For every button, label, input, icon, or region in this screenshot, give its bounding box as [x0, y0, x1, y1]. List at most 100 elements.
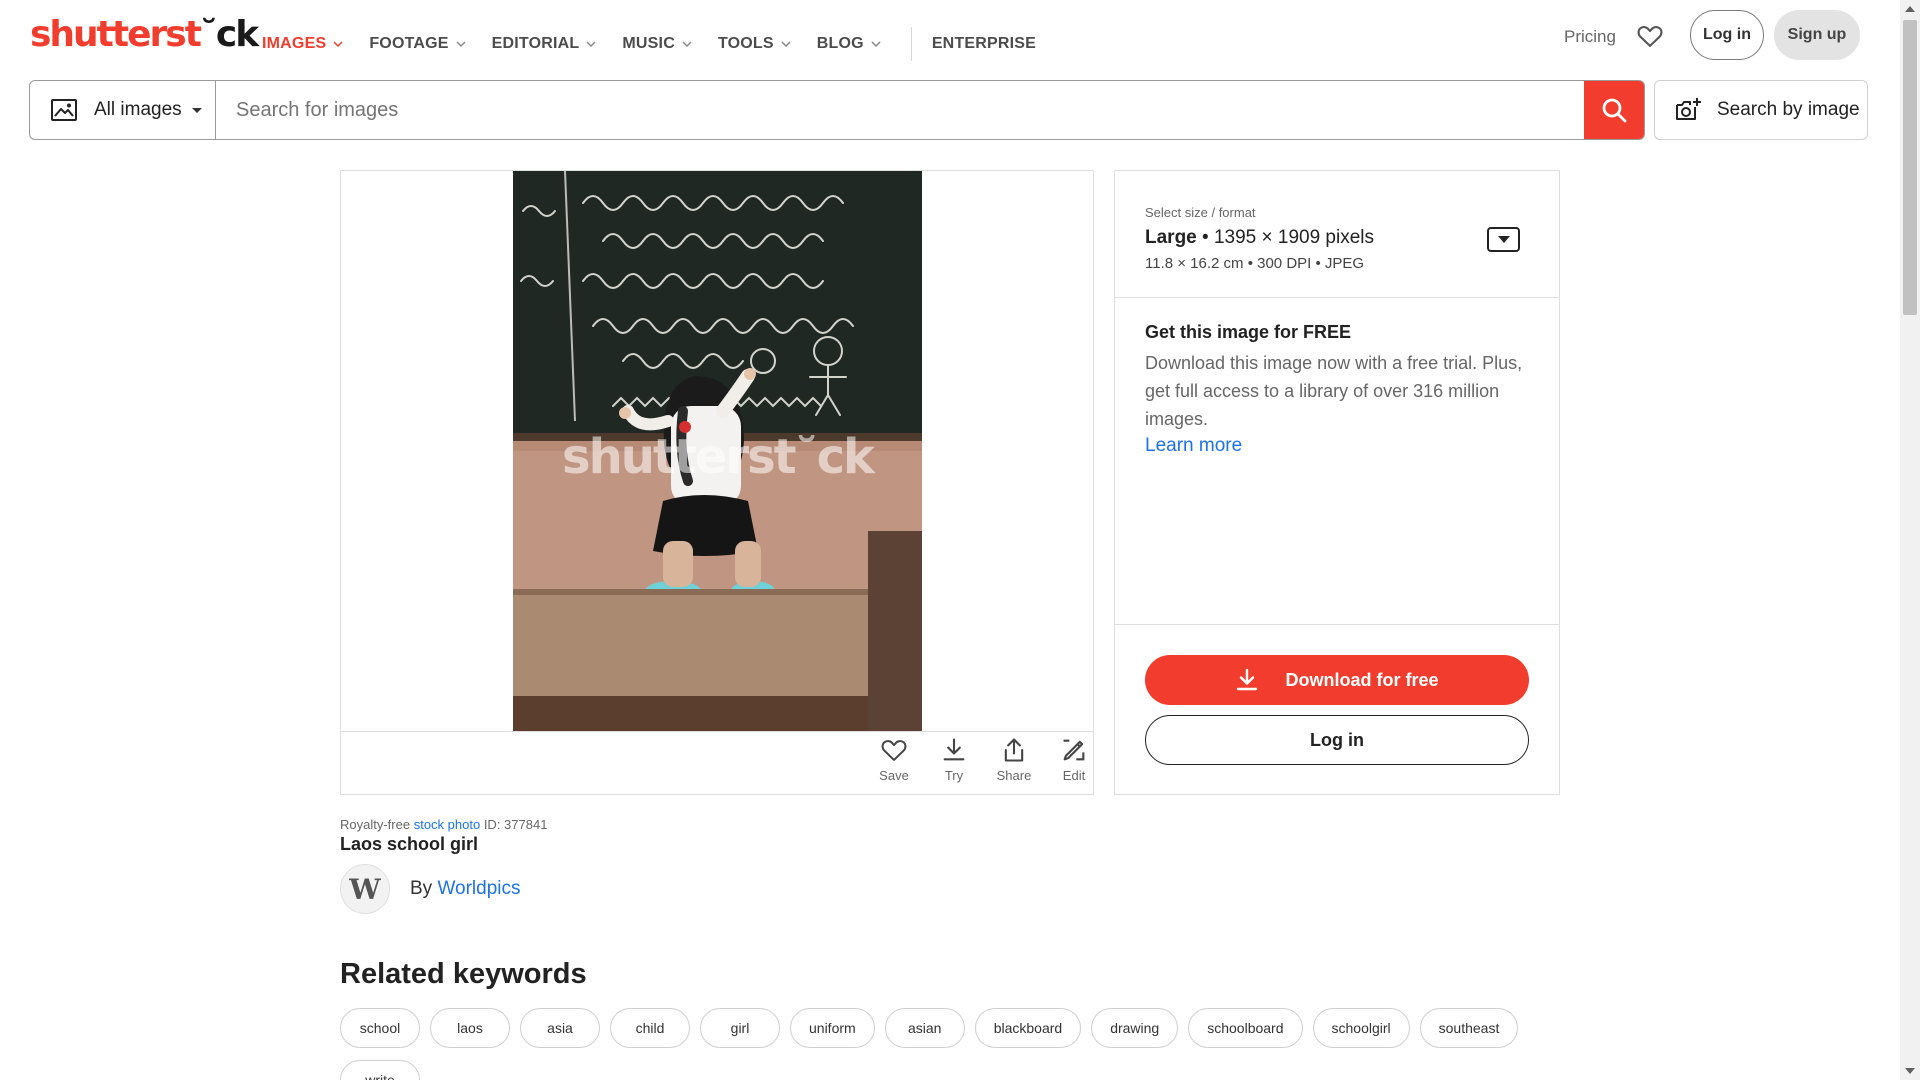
signup-button[interactable]: Sign up [1774, 10, 1860, 60]
image-preview-panel: shutterst˘ck Save Try Share Edit [340, 170, 1094, 795]
related-keywords-heading: Related keywords [340, 958, 587, 990]
image-title: Laos school girl [340, 834, 479, 854]
edit-icon [1063, 739, 1085, 761]
search-icon [1602, 98, 1627, 123]
nav-item-footage[interactable]: FOOTAGE [369, 35, 467, 53]
chevron-down-icon [586, 41, 596, 48]
nav-item-label: EDITORIAL [491, 35, 580, 52]
keyword-chip[interactable]: uniform [790, 1008, 875, 1048]
chevron-down-icon [682, 41, 692, 48]
keyword-chip[interactable]: drawing [1091, 1008, 1179, 1048]
nav-item-label: BLOG [816, 35, 864, 52]
nav-item-blog[interactable]: BLOG [817, 35, 883, 53]
scroll-down-arrow-icon[interactable] [1905, 1068, 1915, 1074]
share-button[interactable]: Share [989, 736, 1039, 783]
nav-item-label: MUSIC [622, 35, 675, 52]
panel-login-button[interactable]: Log in [1145, 715, 1529, 765]
login-button[interactable]: Log in [1690, 10, 1764, 60]
save-label: Save [879, 768, 909, 783]
scrollbar-thumb[interactable] [1903, 20, 1917, 315]
image-meta: Royalty-free stock photo ID: 377841 [340, 817, 547, 832]
nav-item-label: ENTERPRISE [931, 35, 1037, 52]
heart-icon [881, 740, 907, 761]
nav-divider [910, 27, 912, 61]
image-type-dropdown[interactable]: All images [30, 81, 216, 139]
search-by-image-label: Search by image [1717, 99, 1860, 120]
size-dropdown-toggle[interactable] [1487, 227, 1520, 252]
stock-photo-link[interactable]: stock photo [414, 817, 481, 832]
keyword-chips: school laos asia child girl uniform asia… [340, 1008, 1580, 1080]
size-name: Large [1145, 227, 1197, 248]
free-trial-title: Get this image for FREE [1145, 322, 1352, 342]
size-summary: Large • 1395 × 1909 pixels [1145, 227, 1374, 249]
favorites-heart-icon[interactable] [1636, 22, 1664, 50]
nav-item-editorial[interactable]: EDITORIAL [492, 35, 599, 53]
edit-label: Edit [1062, 768, 1086, 783]
save-button[interactable]: Save [869, 736, 919, 783]
keyword-chip[interactable]: schoolboard [1188, 1008, 1303, 1048]
image-id: ID: 377841 [480, 817, 548, 832]
keyword-chip[interactable]: laos [430, 1008, 510, 1048]
search-by-image-button[interactable]: Search by image [1654, 80, 1868, 140]
try-button[interactable]: Try [929, 736, 979, 783]
stock-photo[interactable]: shutterst˘ck [513, 171, 922, 731]
search-input[interactable] [216, 81, 1584, 139]
nav-item-music[interactable]: MUSIC [622, 35, 694, 53]
keyword-chip[interactable]: blackboard [974, 1008, 1082, 1048]
caret-down-icon [1497, 236, 1510, 243]
vertical-scrollbar[interactable] [1900, 0, 1920, 1080]
main-nav: IMAGES FOOTAGE EDITORIAL MUSIC TOOLS BLO… [262, 27, 1060, 61]
scroll-up-arrow-icon[interactable] [1905, 6, 1915, 12]
keyword-chip[interactable]: school [340, 1008, 420, 1048]
caret-down-icon [191, 107, 202, 113]
size-format-label: Select size / format [1145, 205, 1256, 220]
shutterstock-logo[interactable]: shutterst˘ck [30, 14, 259, 55]
keyword-chip[interactable]: southeast [1419, 1008, 1519, 1048]
chevron-down-icon [333, 41, 343, 48]
chevron-down-icon [871, 41, 881, 48]
pricing-link[interactable]: Pricing [1564, 27, 1616, 47]
image-icon [51, 99, 77, 121]
chevron-down-icon [456, 41, 466, 48]
nav-item-label: TOOLS [717, 35, 774, 52]
keyword-chip[interactable]: girl [700, 1008, 780, 1048]
download-icon [943, 738, 965, 761]
keyword-chip[interactable]: schoolgirl [1312, 1008, 1410, 1048]
image-type-label: All images [94, 99, 182, 120]
share-label: Share [996, 768, 1032, 783]
image-action-bar: Save Try Share Edit [341, 731, 1093, 794]
keyword-chip[interactable]: child [610, 1008, 690, 1048]
size-details: 11.8 × 16.2 cm • 300 DPI • JPEG [1145, 255, 1365, 272]
nav-item-enterprise[interactable]: ENTERPRISE [932, 35, 1036, 53]
share-icon [1004, 738, 1024, 762]
free-trial-text: Download this image now with a free tria… [1145, 353, 1523, 429]
keyword-chip[interactable]: asian [884, 1008, 965, 1048]
download-icon [1237, 668, 1258, 691]
free-trial-section: Get this image for FREE Download this im… [1115, 298, 1559, 625]
nav-item-tools[interactable]: TOOLS [718, 35, 793, 53]
size-selector[interactable]: Select size / format Large • 1395 × 1909… [1115, 171, 1559, 298]
by-prefix: By [410, 878, 438, 899]
nav-item-label: FOOTAGE [369, 35, 449, 52]
nav-item-images[interactable]: IMAGES [262, 35, 345, 53]
meta-prefix: Royalty-free [340, 817, 414, 832]
chevron-down-icon [781, 41, 791, 48]
edit-button[interactable]: Edit [1049, 736, 1099, 783]
keyword-chip[interactable]: asia [520, 1008, 600, 1048]
search-bar: All images [29, 80, 1645, 140]
learn-more-link[interactable]: Learn more [1145, 435, 1242, 457]
top-navigation: shutterst˘ck IMAGES FOOTAGE EDITORIAL MU… [0, 0, 1900, 74]
try-label: Try [944, 768, 964, 783]
contributor-link[interactable]: Worldpics [437, 878, 520, 899]
keyword-chip[interactable]: write [340, 1060, 420, 1080]
search-button[interactable] [1584, 81, 1644, 139]
contributor-avatar[interactable]: W [340, 864, 390, 914]
contributor-byline: By Worldpics [410, 878, 521, 900]
size-pixels: • 1395 × 1909 pixels [1196, 227, 1375, 248]
camera-plus-icon [1676, 98, 1701, 120]
download-label: Download for free [1285, 669, 1439, 690]
license-panel: Select size / format Large • 1395 × 1909… [1114, 170, 1560, 795]
nav-item-label: IMAGES [262, 35, 327, 52]
shutterstock-watermark: shutterst˘ck [562, 429, 875, 485]
download-for-free-button[interactable]: Download for free [1145, 655, 1529, 705]
